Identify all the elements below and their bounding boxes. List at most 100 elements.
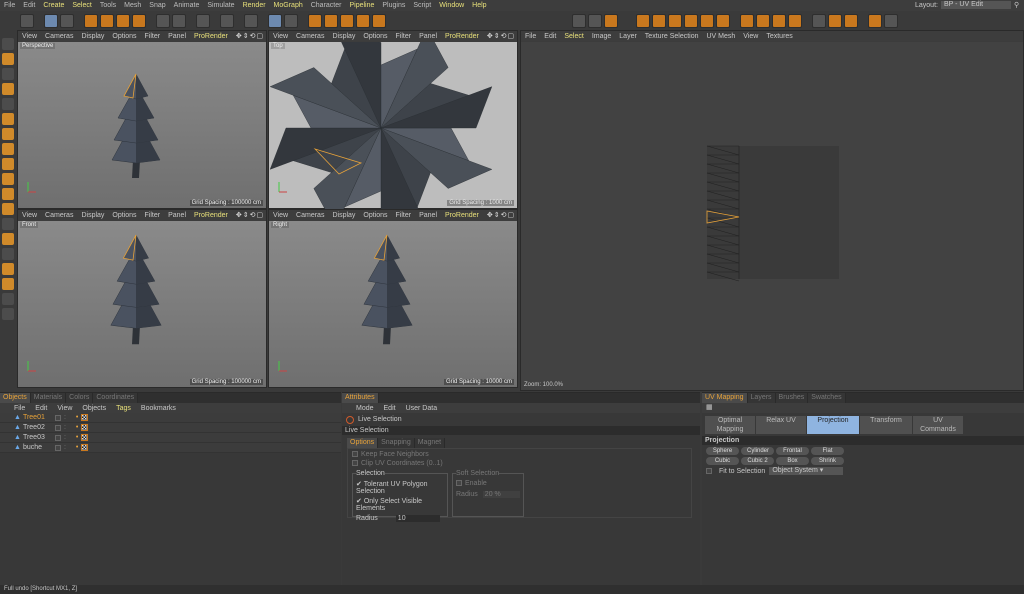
viewport-menu-view[interactable]: View	[273, 212, 288, 219]
viewport-menu-options[interactable]: Options	[112, 212, 136, 219]
object-name[interactable]: Tree03	[23, 434, 49, 441]
object-row[interactable]: ▲ Tree01: •	[0, 413, 341, 423]
tool-icon[interactable]	[2, 158, 14, 170]
viewport-nav-icons[interactable]: ✥⇕⟲▢	[236, 32, 264, 40]
viewport-canvas[interactable]: Perspective Grid Spacing : 100000 cm	[18, 42, 266, 208]
tool-icon[interactable]	[324, 13, 338, 28]
check-icon[interactable]: ✔	[356, 498, 362, 505]
viewport-menu-options[interactable]: Options	[363, 212, 387, 219]
viewport-menu-view[interactable]: View	[273, 33, 288, 40]
viewport-menu-view[interactable]: View	[22, 33, 37, 40]
menu-pipeline[interactable]: Pipeline	[349, 2, 374, 9]
tool-icon[interactable]	[116, 13, 130, 28]
uvw-tag-icon[interactable]: •	[76, 444, 78, 451]
tool-icon[interactable]	[652, 13, 666, 28]
tool-icon[interactable]	[2, 188, 14, 200]
tool-icon[interactable]	[356, 13, 370, 28]
attributes-menu-mode[interactable]: Mode	[356, 405, 374, 412]
only-select-visible-elements[interactable]: Only Select Visible Elements	[356, 498, 422, 512]
uv-menu-image[interactable]: Image	[592, 33, 611, 40]
tool-icon[interactable]	[284, 13, 298, 28]
tool-icon[interactable]	[2, 83, 14, 95]
layout-dropdown[interactable]: BP - UV Edit	[940, 1, 1011, 9]
object-name[interactable]: Tree02	[23, 424, 49, 431]
tool-icon[interactable]	[220, 13, 234, 28]
subtab-uv-commands[interactable]: UV Commands	[913, 416, 963, 434]
tool-icon[interactable]	[60, 13, 74, 28]
tab-colors[interactable]: Colors	[66, 393, 94, 403]
tool-icon[interactable]	[700, 13, 714, 28]
sphere-button[interactable]: Sphere	[706, 447, 739, 455]
uv-menu-texture-selection[interactable]: Texture Selection	[645, 33, 699, 40]
tool-icon[interactable]	[812, 13, 826, 28]
viewport-menu-cameras[interactable]: Cameras	[296, 212, 324, 219]
objects-menu-objects[interactable]: Objects	[82, 405, 106, 412]
fit-to-selection[interactable]: Fit to Selection	[719, 468, 765, 475]
keep-face-neighbors[interactable]: Keep Face Neighbors	[361, 451, 429, 458]
uv-menu-uv-mesh[interactable]: UV Mesh	[707, 33, 736, 40]
tool-icon[interactable]	[740, 13, 754, 28]
layer-icon[interactable]	[54, 444, 61, 451]
uvw-tag-icon[interactable]: •	[76, 424, 78, 431]
objects-menu-edit[interactable]: Edit	[35, 405, 47, 412]
tool-icon[interactable]	[2, 143, 14, 155]
frontal-button[interactable]: Frontal	[776, 447, 809, 455]
visibility-dots-icon[interactable]: :	[64, 434, 66, 441]
tool-icon[interactable]	[756, 13, 770, 28]
tool-icon[interactable]	[2, 218, 14, 230]
tool-icon[interactable]	[2, 38, 14, 50]
subtab-options[interactable]: Options	[347, 438, 379, 448]
viewport-menu-prorender[interactable]: ProRender	[194, 33, 228, 40]
tool-icon[interactable]	[132, 13, 146, 28]
visibility-dots-icon[interactable]: :	[64, 444, 66, 451]
menu-mesh[interactable]: Mesh	[124, 2, 141, 9]
menu-render[interactable]: Render	[243, 2, 266, 9]
viewport-menu-prorender[interactable]: ProRender	[445, 33, 479, 40]
tab-attributes[interactable]: Attributes	[342, 393, 379, 403]
viewport-menu-display[interactable]: Display	[81, 212, 104, 219]
viewport-menu-prorender[interactable]: ProRender	[445, 212, 479, 219]
tool-icon[interactable]	[2, 308, 14, 320]
texture-tag-icon[interactable]	[81, 444, 89, 451]
viewport-canvas[interactable]: Right Grid Spacing : 10000 cm	[269, 221, 517, 387]
viewport-menu-panel[interactable]: Panel	[168, 212, 186, 219]
visibility-dots-icon[interactable]: :	[64, 414, 66, 421]
texture-tag-icon[interactable]	[81, 414, 89, 421]
viewport-menu-filter[interactable]: Filter	[396, 33, 412, 40]
viewport-nav-icons[interactable]: ✥⇕⟲▢	[487, 211, 515, 219]
tool-icon[interactable]	[788, 13, 802, 28]
tab-coordinates[interactable]: Coordinates	[93, 393, 139, 403]
cubic-2-button[interactable]: Cubic 2	[741, 457, 774, 465]
cubic-button[interactable]: Cubic	[706, 457, 739, 465]
uv-menu-layer[interactable]: Layer	[619, 33, 637, 40]
tool-icon[interactable]	[636, 13, 650, 28]
tool-icon[interactable]	[44, 13, 58, 28]
check-icon[interactable]: ✔	[356, 481, 362, 488]
tool-icon[interactable]	[772, 13, 786, 28]
menu-edit[interactable]: Edit	[23, 2, 35, 9]
tab-uv-mapping[interactable]: UV Mapping	[702, 393, 748, 403]
viewport-nav-icons[interactable]: ✥⇕⟲▢	[487, 32, 515, 40]
uv-menu-select[interactable]: Select	[564, 33, 583, 40]
uv-menu-file[interactable]: File	[525, 33, 536, 40]
tool-icon[interactable]	[604, 13, 618, 28]
viewport-menu-panel[interactable]: Panel	[419, 33, 437, 40]
tool-icon[interactable]	[84, 13, 98, 28]
flat-button[interactable]: Flat	[811, 447, 844, 455]
tab-brushes[interactable]: Brushes	[775, 393, 809, 403]
viewport-menu-cameras[interactable]: Cameras	[45, 33, 73, 40]
tool-icon[interactable]	[2, 278, 14, 290]
menu-script[interactable]: Script	[413, 2, 431, 9]
subtab-projection[interactable]: Projection	[807, 416, 859, 434]
viewport-menu-panel[interactable]: Panel	[168, 33, 186, 40]
tool-icon[interactable]	[100, 13, 114, 28]
search-icon[interactable]: ⚲	[1014, 1, 1019, 9]
uvw-tag-icon[interactable]: •	[76, 434, 78, 441]
object-row[interactable]: ▲ Tree02: •	[0, 423, 341, 433]
tool-icon[interactable]	[172, 13, 186, 28]
cylinder-button[interactable]: Cylinder	[741, 447, 774, 455]
objects-menu-tags[interactable]: Tags	[116, 405, 131, 412]
tool-icon[interactable]	[2, 233, 14, 245]
menu-tools[interactable]: Tools	[100, 2, 116, 9]
tool-icon[interactable]	[2, 53, 14, 65]
